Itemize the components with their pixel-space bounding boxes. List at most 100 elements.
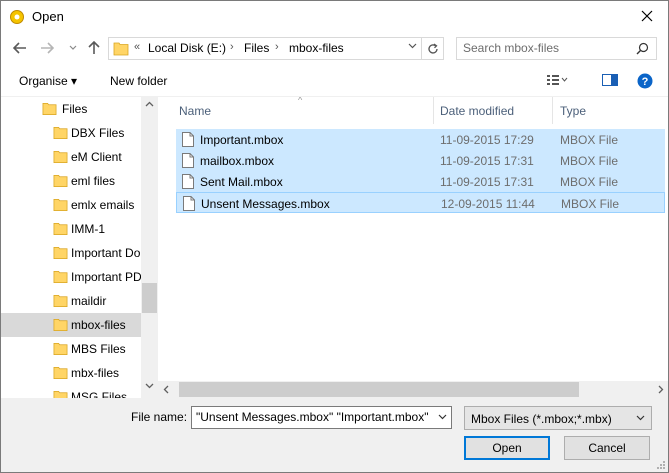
folder-icon <box>53 342 68 355</box>
file-date: 11-09-2015 17:29 <box>440 133 534 147</box>
file-list-scrollbar[interactable] <box>158 381 668 398</box>
file-name: mailbox.mbox <box>200 154 275 168</box>
file-type-select[interactable]: Mbox Files (*.mbox;*.mbx) <box>464 406 652 430</box>
arrow-up-icon <box>88 41 100 54</box>
navigation-bar: « Local Disk (E:) › Files › mbox-files <box>1 32 668 65</box>
file-date: 11-09-2015 17:31 <box>440 175 534 189</box>
search-box[interactable] <box>456 37 657 60</box>
chevron-down-icon[interactable] <box>408 43 417 49</box>
new-folder-button[interactable]: New folder <box>110 74 167 88</box>
file-row[interactable]: Unsent Messages.mbox 12-09-2015 11:44 MBOX… <box>176 192 665 213</box>
forward-button[interactable] <box>38 38 56 58</box>
file-type: MBOX File <box>560 175 619 189</box>
scrollbar-thumb[interactable] <box>179 382 579 397</box>
tree-item[interactable]: MBS Files <box>1 337 141 361</box>
file-list: ^ Name Date modified Type Important.mbox… <box>158 97 668 398</box>
tree-item[interactable]: MSG Files <box>1 385 141 398</box>
tree-item-label: emlx emails <box>71 198 135 212</box>
scroll-up-icon[interactable] <box>145 101 154 107</box>
cancel-button[interactable]: Cancel <box>564 436 650 460</box>
address-segment-files[interactable]: Files <box>244 41 269 55</box>
tree-item-label: mbx-files <box>71 366 120 380</box>
tree-item[interactable]: maildir <box>1 289 141 313</box>
file-icon <box>182 153 194 168</box>
folder-icon <box>53 126 68 139</box>
scrollbar-thumb[interactable] <box>142 283 157 313</box>
organise-menu[interactable]: Organise ▾ <box>19 74 77 88</box>
column-divider[interactable] <box>552 97 553 124</box>
tree-item[interactable]: mbx-files <box>1 361 141 385</box>
file-date: 12-09-2015 11:44 <box>441 197 535 211</box>
file-row[interactable]: mailbox.mbox 11-09-2015 17:31 MBOX File <box>176 150 665 171</box>
tree-item[interactable]: DBX Files <box>1 121 141 145</box>
file-type-value: Mbox Files (*.mbox;*.mbx) <box>471 412 612 426</box>
help-icon[interactable]: ? <box>637 73 653 89</box>
file-name-combo[interactable] <box>191 406 452 429</box>
resize-grip-icon[interactable] <box>656 460 666 470</box>
scroll-right-icon[interactable] <box>658 385 664 394</box>
chevron-down-icon[interactable] <box>438 414 447 420</box>
tree-item-label: eM Client <box>71 150 122 164</box>
file-date: 11-09-2015 17:31 <box>440 154 534 168</box>
file-row[interactable]: Sent Mail.mbox 11-09-2015 17:31 MBOX File <box>176 171 665 192</box>
app-gear-icon <box>10 10 24 24</box>
command-bar: Organise ▾ New folder ? <box>1 65 668 97</box>
folder-icon <box>53 198 68 211</box>
file-icon <box>182 132 194 147</box>
up-button[interactable] <box>85 38 103 58</box>
column-header-name[interactable]: Name <box>179 97 211 124</box>
column-header-date[interactable]: Date modified <box>440 97 514 124</box>
preview-pane-icon[interactable] <box>602 73 618 87</box>
file-type: MBOX File <box>560 133 619 147</box>
tree-item-label: MSG Files <box>71 390 128 398</box>
file-type: MBOX File <box>560 154 619 168</box>
close-button[interactable] <box>636 6 658 26</box>
file-name: Unsent Messages.mbox <box>201 197 330 211</box>
tree-item[interactable]: eml files <box>1 169 141 193</box>
arrow-right-icon <box>41 42 54 54</box>
file-name-field[interactable] <box>196 410 432 424</box>
address-bar[interactable]: « Local Disk (E:) › Files › mbox-files <box>108 37 444 60</box>
tree-item[interactable]: mbox-files <box>1 313 141 337</box>
folder-icon <box>53 270 68 283</box>
tree-item[interactable]: Important Do <box>1 241 141 265</box>
file-type: MBOX File <box>561 197 620 211</box>
view-options-icon[interactable] <box>546 73 568 87</box>
svg-text:?: ? <box>642 76 649 88</box>
search-icon[interactable] <box>636 42 649 55</box>
tree-item-label: Important Do <box>71 246 141 260</box>
nav-pane-scrollbar[interactable] <box>141 97 158 398</box>
chevron-right-icon[interactable]: › <box>230 41 234 53</box>
tree-item-label: IMM-1 <box>71 222 105 236</box>
tree-item-label: DBX Files <box>71 126 125 140</box>
column-divider[interactable] <box>433 97 434 124</box>
address-segment-mbox-files[interactable]: mbox-files <box>289 41 344 55</box>
close-icon <box>641 10 653 22</box>
recent-locations-button[interactable] <box>64 38 82 58</box>
folder-icon <box>53 390 68 398</box>
folder-icon <box>53 150 68 163</box>
tree-item-files[interactable]: Files <box>1 97 141 121</box>
tree-item-label: eml files <box>71 174 116 188</box>
file-row[interactable]: Important.mbox 11-09-2015 17:29 MBOX File <box>176 129 665 150</box>
column-header-type[interactable]: Type <box>560 97 586 124</box>
folder-icon <box>113 42 129 56</box>
scroll-left-icon[interactable] <box>163 385 169 394</box>
scroll-down-icon[interactable] <box>145 383 154 389</box>
address-overflow[interactable]: « <box>134 41 140 53</box>
tree-item[interactable]: eM Client <box>1 145 141 169</box>
tree-item-label: MBS Files <box>71 342 126 356</box>
file-icon <box>182 174 194 189</box>
address-segment-drive[interactable]: Local Disk (E:) <box>148 41 226 55</box>
file-name: Sent Mail.mbox <box>200 175 283 189</box>
tree-item[interactable]: emlx emails <box>1 193 141 217</box>
chevron-right-icon[interactable]: › <box>275 41 279 53</box>
tree-item[interactable]: Important PD <box>1 265 141 289</box>
refresh-button[interactable] <box>421 38 443 59</box>
search-input[interactable] <box>463 41 633 55</box>
file-icon <box>183 196 195 211</box>
chevron-down-icon <box>69 45 77 50</box>
open-button[interactable]: Open <box>464 436 550 460</box>
tree-item[interactable]: IMM-1 <box>1 217 141 241</box>
back-button[interactable] <box>11 38 29 58</box>
